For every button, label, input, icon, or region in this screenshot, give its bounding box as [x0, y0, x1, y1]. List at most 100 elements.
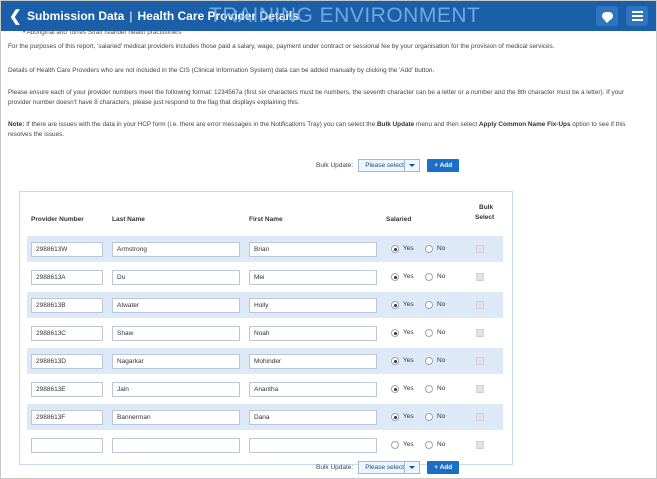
- salaried-definition: For the purposes of this report, 'salari…: [8, 43, 555, 50]
- bulk-select-checkbox[interactable]: [476, 441, 484, 449]
- provider-number-input[interactable]: 2988613A: [31, 270, 103, 285]
- chevron-down-icon[interactable]: [404, 461, 419, 473]
- first-name-input[interactable]: Dana: [249, 410, 377, 425]
- provider-number-input[interactable]: 2988613B: [31, 298, 103, 313]
- bulk-select-checkbox[interactable]: [476, 301, 484, 309]
- first-name-input[interactable]: Brian: [249, 242, 377, 257]
- salaried-no-label: No: [437, 413, 446, 420]
- bulk-select-checkbox[interactable]: [476, 329, 484, 337]
- salaried-yes-radio[interactable]: [391, 301, 399, 309]
- chat-button[interactable]: [596, 6, 618, 26]
- salaried-yes-label: Yes: [403, 329, 414, 336]
- first-name-input[interactable]: Mohinder: [249, 354, 377, 369]
- hamburger-menu-icon: [631, 15, 643, 17]
- note-paragraph: Note: If there are issues with the data …: [8, 120, 648, 140]
- last-name-input[interactable]: [112, 438, 240, 453]
- first-name-input[interactable]: [249, 438, 377, 453]
- last-name-input[interactable]: Atwater: [112, 298, 240, 313]
- bulk-select-checkbox[interactable]: [476, 273, 484, 281]
- provider-number-input[interactable]: 2988613F: [31, 410, 103, 425]
- first-name-input[interactable]: Anantha: [249, 382, 377, 397]
- note-label: Note:: [8, 121, 25, 128]
- bulk-update-label: Bulk Update:: [316, 463, 354, 471]
- header-provider-number: Provider Number: [31, 216, 84, 223]
- bulk-update-bar-top: Bulk Update: Please select + Add: [316, 157, 460, 173]
- table-row: 2988613F Bannerman Dana Yes No: [27, 404, 503, 430]
- salaried-no-label: No: [437, 357, 446, 364]
- add-button[interactable]: + Add: [427, 460, 460, 474]
- salaried-no-label: No: [437, 385, 446, 392]
- table-row: 2988613E Jain Anantha Yes No: [27, 376, 503, 402]
- salaried-yes-radio[interactable]: [391, 245, 399, 253]
- bulk-select-checkbox[interactable]: [476, 385, 484, 393]
- salaried-yes-radio[interactable]: [391, 385, 399, 393]
- chat-bubble-icon: [601, 12, 613, 23]
- bulk-update-value: Please select: [365, 463, 404, 471]
- bulk-update-bar-bottom: Bulk Update: Please select + Add: [316, 459, 460, 475]
- table-row: 2988613C Shaw Noah Yes No: [27, 320, 503, 346]
- table-row: 2988613W Armstrong Brian Yes No: [27, 236, 503, 262]
- salaried-no-radio[interactable]: [425, 301, 433, 309]
- bulk-update-select[interactable]: Please select: [358, 460, 421, 474]
- salaried-yes-label: Yes: [403, 301, 414, 308]
- header-last-name: Last Name: [112, 216, 145, 223]
- provider-number-input[interactable]: 2988613C: [31, 326, 103, 341]
- salaried-yes-radio[interactable]: [391, 441, 399, 449]
- salaried-yes-label: Yes: [403, 441, 414, 448]
- bulk-select-checkbox[interactable]: [476, 357, 484, 365]
- bulk-update-select[interactable]: Please select: [358, 158, 421, 172]
- bulk-select-checkbox[interactable]: [476, 245, 484, 253]
- menu-button[interactable]: [626, 6, 648, 26]
- salaried-yes-radio[interactable]: [391, 273, 399, 281]
- last-name-input[interactable]: Jain: [112, 382, 240, 397]
- first-name-input[interactable]: Noah: [249, 326, 377, 341]
- provider-number-input[interactable]: 2988613D: [31, 354, 103, 369]
- last-name-input[interactable]: Nagarkar: [112, 354, 240, 369]
- salaried-yes-label: Yes: [403, 385, 414, 392]
- header-first-name: First Name: [249, 216, 283, 223]
- note-fix-ups: Apply Common Name Fix-Ups: [478, 121, 571, 128]
- salaried-no-radio[interactable]: [425, 385, 433, 393]
- last-name-input[interactable]: Armstrong: [112, 242, 240, 257]
- main-content: • Aboriginal and Torres Strait Islander …: [1, 29, 656, 478]
- note-text-2: menu and then select: [414, 121, 479, 128]
- salaried-no-label: No: [437, 301, 446, 308]
- table-row: 2988613B Atwater Holly Yes No: [27, 292, 503, 318]
- header-salaried: Salaried: [386, 216, 412, 223]
- bulk-update-label: Bulk Update:: [316, 161, 354, 169]
- last-name-input[interactable]: Bannerman: [112, 410, 240, 425]
- add-button[interactable]: + Add: [427, 158, 460, 172]
- salaried-yes-radio[interactable]: [391, 357, 399, 365]
- provider-number-input[interactable]: [31, 438, 103, 453]
- chevron-down-icon[interactable]: [404, 159, 419, 171]
- salaried-no-radio[interactable]: [425, 273, 433, 281]
- first-name-input[interactable]: Mei: [249, 270, 377, 285]
- table-row: Yes No: [27, 432, 503, 458]
- provider-number-input[interactable]: 2988613W: [31, 242, 103, 257]
- provider-number-input[interactable]: 2988613E: [31, 382, 103, 397]
- salaried-no-radio[interactable]: [425, 441, 433, 449]
- salaried-yes-radio[interactable]: [391, 329, 399, 337]
- salaried-no-radio[interactable]: [425, 413, 433, 421]
- header-select: Select: [475, 214, 495, 221]
- training-watermark: TRAINING ENVIRONMENT: [209, 4, 481, 27]
- note-text-1: If there are issues with the data in you…: [24, 121, 377, 128]
- first-name-input[interactable]: Holly: [249, 298, 377, 313]
- salaried-no-label: No: [437, 441, 446, 448]
- last-name-input[interactable]: Du: [112, 270, 240, 285]
- format-instructions: Please ensure each of your provider numb…: [8, 89, 624, 106]
- salaried-yes-radio[interactable]: [391, 413, 399, 421]
- salaried-yes-label: Yes: [403, 413, 414, 420]
- title-text: Submission Data: [27, 9, 125, 23]
- chevron-left-icon[interactable]: ❮: [9, 7, 22, 25]
- salaried-no-radio[interactable]: [425, 245, 433, 253]
- salaried-no-label: No: [437, 245, 446, 252]
- bulk-select-checkbox[interactable]: [476, 413, 484, 421]
- add-instructions: Details of Health Care Providers who are…: [8, 67, 435, 74]
- top-bar: ❮ Submission Data | Health Care Provider D…: [1, 1, 656, 31]
- salaried-no-radio[interactable]: [425, 357, 433, 365]
- header-bulk: Bulk: [479, 204, 494, 211]
- last-name-input[interactable]: Shaw: [112, 326, 240, 341]
- salaried-no-radio[interactable]: [425, 329, 433, 337]
- app-window: ❮ Submission Data | Health Care Provider D…: [0, 0, 657, 479]
